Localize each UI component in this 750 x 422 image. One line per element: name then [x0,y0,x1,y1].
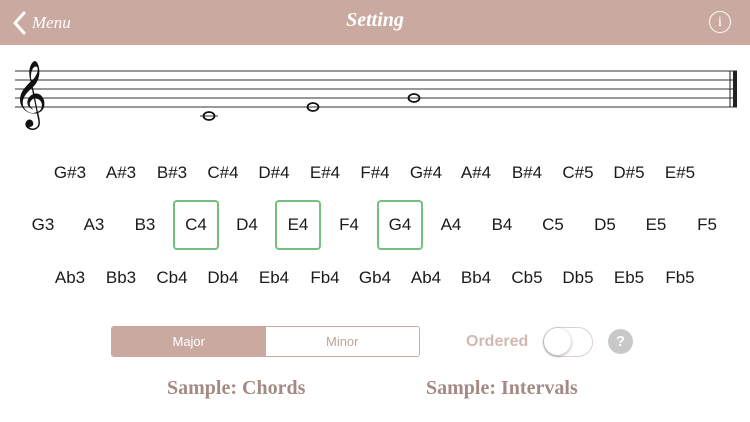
note-e-sharp-5[interactable]: E#5 [657,153,703,193]
music-staff: 𝄞 [13,59,737,130]
sample-intervals-button[interactable]: Sample: Intervals [426,377,578,400]
note-c-flat-5[interactable]: Cb5 [504,258,550,298]
menu-back-label: Menu [32,13,71,32]
note-c5[interactable]: C5 [530,205,576,245]
note-f-sharp-4[interactable]: F#4 [352,153,398,193]
note-e-sharp-4[interactable]: E#4 [302,153,348,193]
note-d4[interactable]: D4 [224,205,270,245]
note-f-flat-5[interactable]: Fb5 [657,258,703,298]
note-a-sharp-3[interactable]: A#3 [98,153,144,193]
naturals-row: G3 A3 B3 C4 D4 E4 F4 G4 A4 B4 C5 D5 E5 F… [0,200,750,250]
page-title: Setting [346,9,404,31]
note-e-flat-4[interactable]: Eb4 [251,258,297,298]
note-a3[interactable]: A3 [71,205,117,245]
note-a-sharp-4[interactable]: A#4 [453,153,499,193]
note-d-flat-4[interactable]: Db4 [200,258,246,298]
note-c4[interactable]: C4 [173,200,219,250]
note-b-flat-3[interactable]: Bb3 [98,258,144,298]
note-b3[interactable]: B3 [122,205,168,245]
note-f5[interactable]: F5 [684,205,730,245]
navigation-bar: Menu Setting i [0,0,750,45]
note-e-flat-5[interactable]: Eb5 [606,258,652,298]
note-c-sharp-4[interactable]: C#4 [200,153,246,193]
note-e5[interactable]: E5 [633,205,679,245]
help-button[interactable]: ? [608,329,633,354]
note-g-sharp-3[interactable]: G#3 [47,153,93,193]
info-button[interactable]: i [709,11,731,33]
note-d5[interactable]: D5 [582,205,628,245]
ordered-toggle[interactable] [543,327,593,357]
note-g4[interactable]: G4 [377,200,423,250]
toggle-knob [544,328,571,355]
note-c-sharp-5[interactable]: C#5 [555,153,601,193]
ordered-label: Ordered [466,333,529,350]
note-d-flat-5[interactable]: Db5 [555,258,601,298]
minor-segment[interactable]: Minor [265,327,419,356]
note-a-flat-3[interactable]: Ab3 [47,258,93,298]
major-minor-segmented-control: Major Minor [111,326,420,357]
note-g3[interactable]: G3 [20,205,66,245]
major-segment[interactable]: Major [112,327,266,356]
staff-note-c4 [200,111,218,121]
note-e4[interactable]: E4 [275,200,321,250]
note-d-sharp-5[interactable]: D#5 [606,153,652,193]
note-b-sharp-3[interactable]: B#3 [149,153,195,193]
chevron-left-icon [13,11,26,35]
note-b-flat-4[interactable]: Bb4 [453,258,499,298]
note-g-flat-4[interactable]: Gb4 [352,258,398,298]
sample-chords-button[interactable]: Sample: Chords [167,377,305,400]
sharps-row: G#3 A#3 B#3 C#4 D#4 E#4 F#4 G#4 A#4 B#4 … [0,153,750,193]
menu-back-button[interactable]: Menu [10,8,71,38]
note-c-flat-4[interactable]: Cb4 [149,258,195,298]
note-f4[interactable]: F4 [326,205,372,245]
note-a4[interactable]: A4 [428,205,474,245]
flats-row: Ab3 Bb3 Cb4 Db4 Eb4 Fb4 Gb4 Ab4 Bb4 Cb5 … [0,258,750,298]
note-f-flat-4[interactable]: Fb4 [302,258,348,298]
end-barline-thick [733,71,737,107]
staff-lines [15,70,737,108]
treble-clef-icon: 𝄞 [13,59,47,130]
note-g-sharp-4[interactable]: G#4 [403,153,449,193]
note-a-flat-4[interactable]: Ab4 [403,258,449,298]
note-b4[interactable]: B4 [479,205,525,245]
note-b-sharp-4[interactable]: B#4 [504,153,550,193]
note-d-sharp-4[interactable]: D#4 [251,153,297,193]
